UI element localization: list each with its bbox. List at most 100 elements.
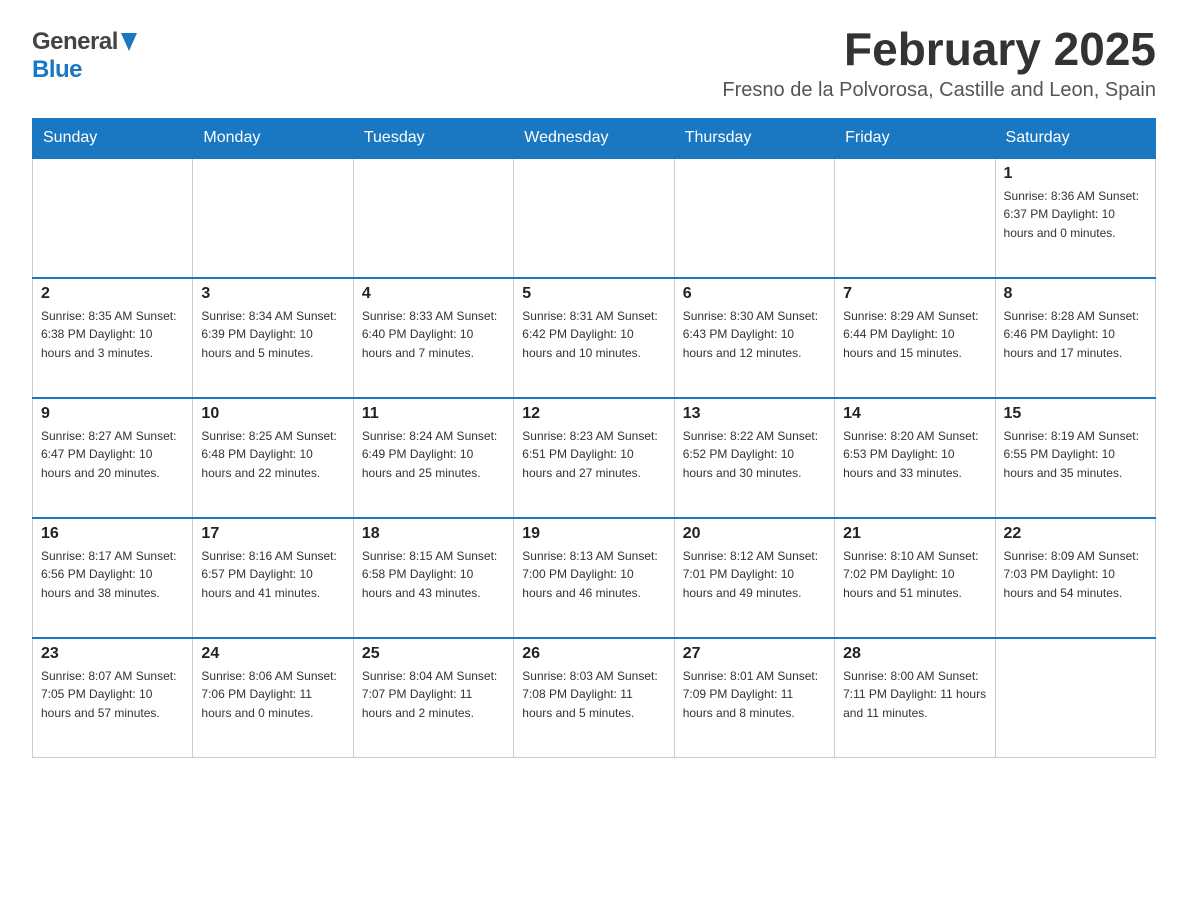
day-number: 4 xyxy=(362,285,505,303)
day-info: Sunrise: 8:36 AM Sunset: 6:37 PM Dayligh… xyxy=(1004,187,1147,243)
calendar-cell: 26 Sunrise: 8:03 AM Sunset: 7:08 PM Dayli… xyxy=(514,638,674,758)
calendar-cell: 12 Sunrise: 8:23 AM Sunset: 6:51 PM Dayli… xyxy=(514,398,674,518)
day-number: 9 xyxy=(41,405,184,423)
day-info: Sunrise: 8:30 AM Sunset: 6:43 PM Dayligh… xyxy=(683,307,826,363)
day-number: 23 xyxy=(41,645,184,663)
logo-blue-text: Blue xyxy=(32,56,82,83)
calendar-cell: 6 Sunrise: 8:30 AM Sunset: 6:43 PM Daylig… xyxy=(674,278,834,398)
day-number: 17 xyxy=(201,525,344,543)
day-number: 11 xyxy=(362,405,505,423)
calendar-cell: 25Sunrise: 8:04 AM Sunset: 7:07 PM Dayli… xyxy=(353,638,513,758)
day-info: Sunrise: 8:13 AM Sunset: 7:00 PM Dayligh… xyxy=(522,547,665,603)
day-info: Sunrise: 8:27 AM Sunset: 6:47 PM Dayligh… xyxy=(41,427,184,483)
weekday-header-saturday: Saturday xyxy=(995,118,1155,158)
calendar-week-row: 2Sunrise: 8:35 AM Sunset: 6:38 PM Daylig… xyxy=(33,278,1156,398)
day-number: 10 xyxy=(201,405,344,423)
logo-arrow-icon xyxy=(121,33,137,56)
day-number: 1 xyxy=(1004,165,1147,183)
day-info: Sunrise: 8:31 AM Sunset: 6:42 PM Dayligh… xyxy=(522,307,665,363)
calendar-cell: 24 Sunrise: 8:06 AM Sunset: 7:06 PM Dayli… xyxy=(193,638,353,758)
calendar-cell: 9 Sunrise: 8:27 AM Sunset: 6:47 PM Daylig… xyxy=(33,398,193,518)
day-info: Sunrise: 8:22 AM Sunset: 6:52 PM Dayligh… xyxy=(683,427,826,483)
calendar-cell: 19 Sunrise: 8:13 AM Sunset: 7:00 PM Dayli… xyxy=(514,518,674,638)
day-number: 19 xyxy=(522,525,665,543)
day-number: 26 xyxy=(522,645,665,663)
logo: General Blue xyxy=(32,28,137,84)
location-title: Fresno de la Polvorosa, Castille and Leo… xyxy=(722,79,1156,102)
day-number: 2 xyxy=(41,285,184,303)
weekday-header-monday: Monday xyxy=(193,118,353,158)
day-info: Sunrise: 8:09 AM Sunset: 7:03 PM Dayligh… xyxy=(1004,547,1147,603)
calendar-cell xyxy=(835,158,995,278)
day-number: 8 xyxy=(1004,285,1147,303)
calendar-cell: 17 Sunrise: 8:16 AM Sunset: 6:57 PM Dayli… xyxy=(193,518,353,638)
calendar-cell: 7 Sunrise: 8:29 AM Sunset: 6:44 PM Daylig… xyxy=(835,278,995,398)
day-info: Sunrise: 8:17 AM Sunset: 6:56 PM Dayligh… xyxy=(41,547,184,603)
day-info: Sunrise: 8:06 AM Sunset: 7:06 PM Dayligh… xyxy=(201,667,344,723)
day-number: 16 xyxy=(41,525,184,543)
day-number: 18 xyxy=(362,525,505,543)
calendar-week-row: 9 Sunrise: 8:27 AM Sunset: 6:47 PM Daylig… xyxy=(33,398,1156,518)
day-info: Sunrise: 8:23 AM Sunset: 6:51 PM Dayligh… xyxy=(522,427,665,483)
calendar-week-row: 23 Sunrise: 8:07 AM Sunset: 7:05 PM Dayli… xyxy=(33,638,1156,758)
day-info: Sunrise: 8:28 AM Sunset: 6:46 PM Dayligh… xyxy=(1004,307,1147,363)
day-number: 28 xyxy=(843,645,986,663)
day-info: Sunrise: 8:24 AM Sunset: 6:49 PM Dayligh… xyxy=(362,427,505,483)
calendar-cell: 11 Sunrise: 8:24 AM Sunset: 6:49 PM Dayli… xyxy=(353,398,513,518)
calendar-cell: 16 Sunrise: 8:17 AM Sunset: 6:56 PM Dayli… xyxy=(33,518,193,638)
calendar-cell xyxy=(674,158,834,278)
day-info: Sunrise: 8:03 AM Sunset: 7:08 PM Dayligh… xyxy=(522,667,665,723)
day-info: Sunrise: 8:15 AM Sunset: 6:58 PM Dayligh… xyxy=(362,547,505,603)
day-info: Sunrise: 8:29 AM Sunset: 6:44 PM Dayligh… xyxy=(843,307,986,363)
calendar-cell: 20 Sunrise: 8:12 AM Sunset: 7:01 PM Dayli… xyxy=(674,518,834,638)
day-info: Sunrise: 8:19 AM Sunset: 6:55 PM Dayligh… xyxy=(1004,427,1147,483)
day-info: Sunrise: 8:34 AM Sunset: 6:39 PM Dayligh… xyxy=(201,307,344,363)
day-number: 7 xyxy=(843,285,986,303)
day-info: Sunrise: 8:25 AM Sunset: 6:48 PM Dayligh… xyxy=(201,427,344,483)
weekday-header-friday: Friday xyxy=(835,118,995,158)
page-header: General Blue February 2025 Fresno de la … xyxy=(32,24,1156,102)
day-info: Sunrise: 8:00 AM Sunset: 7:11 PM Dayligh… xyxy=(843,667,986,723)
calendar-cell: 8 Sunrise: 8:28 AM Sunset: 6:46 PM Daylig… xyxy=(995,278,1155,398)
calendar-cell: 21 Sunrise: 8:10 AM Sunset: 7:02 PM Dayli… xyxy=(835,518,995,638)
calendar-cell: 28 Sunrise: 8:00 AM Sunset: 7:11 PM Dayli… xyxy=(835,638,995,758)
calendar-cell: 10 Sunrise: 8:25 AM Sunset: 6:48 PM Dayli… xyxy=(193,398,353,518)
logo-general-text: General xyxy=(32,28,118,56)
day-info: Sunrise: 8:33 AM Sunset: 6:40 PM Dayligh… xyxy=(362,307,505,363)
day-number: 12 xyxy=(522,405,665,423)
calendar-cell: 22 Sunrise: 8:09 AM Sunset: 7:03 PM Dayli… xyxy=(995,518,1155,638)
weekday-header-tuesday: Tuesday xyxy=(353,118,513,158)
calendar-table: SundayMondayTuesdayWednesdayThursdayFrid… xyxy=(32,118,1156,759)
calendar-cell xyxy=(353,158,513,278)
day-number: 24 xyxy=(201,645,344,663)
calendar-cell: 3 Sunrise: 8:34 AM Sunset: 6:39 PM Daylig… xyxy=(193,278,353,398)
calendar-week-row: 16 Sunrise: 8:17 AM Sunset: 6:56 PM Dayli… xyxy=(33,518,1156,638)
day-info: Sunrise: 8:04 AM Sunset: 7:07 PM Dayligh… xyxy=(362,667,505,723)
day-info: Sunrise: 8:10 AM Sunset: 7:02 PM Dayligh… xyxy=(843,547,986,603)
day-number: 3 xyxy=(201,285,344,303)
day-info: Sunrise: 8:07 AM Sunset: 7:05 PM Dayligh… xyxy=(41,667,184,723)
calendar-cell xyxy=(193,158,353,278)
calendar-cell: 2Sunrise: 8:35 AM Sunset: 6:38 PM Daylig… xyxy=(33,278,193,398)
day-number: 6 xyxy=(683,285,826,303)
day-info: Sunrise: 8:12 AM Sunset: 7:01 PM Dayligh… xyxy=(683,547,826,603)
day-number: 21 xyxy=(843,525,986,543)
calendar-cell: 14Sunrise: 8:20 AM Sunset: 6:53 PM Dayli… xyxy=(835,398,995,518)
calendar-cell: 23 Sunrise: 8:07 AM Sunset: 7:05 PM Dayli… xyxy=(33,638,193,758)
day-info: Sunrise: 8:16 AM Sunset: 6:57 PM Dayligh… xyxy=(201,547,344,603)
day-info: Sunrise: 8:20 AM Sunset: 6:53 PM Dayligh… xyxy=(843,427,986,483)
day-number: 20 xyxy=(683,525,826,543)
weekday-header-thursday: Thursday xyxy=(674,118,834,158)
weekday-header-row: SundayMondayTuesdayWednesdayThursdayFrid… xyxy=(33,118,1156,158)
day-info: Sunrise: 8:01 AM Sunset: 7:09 PM Dayligh… xyxy=(683,667,826,723)
calendar-cell: 4 Sunrise: 8:33 AM Sunset: 6:40 PM Daylig… xyxy=(353,278,513,398)
calendar-cell xyxy=(995,638,1155,758)
calendar-cell xyxy=(33,158,193,278)
calendar-cell: 1 Sunrise: 8:36 AM Sunset: 6:37 PM Daylig… xyxy=(995,158,1155,278)
weekday-header-sunday: Sunday xyxy=(33,118,193,158)
day-number: 15 xyxy=(1004,405,1147,423)
calendar-week-row: 1 Sunrise: 8:36 AM Sunset: 6:37 PM Daylig… xyxy=(33,158,1156,278)
day-number: 22 xyxy=(1004,525,1147,543)
day-number: 27 xyxy=(683,645,826,663)
day-number: 13 xyxy=(683,405,826,423)
